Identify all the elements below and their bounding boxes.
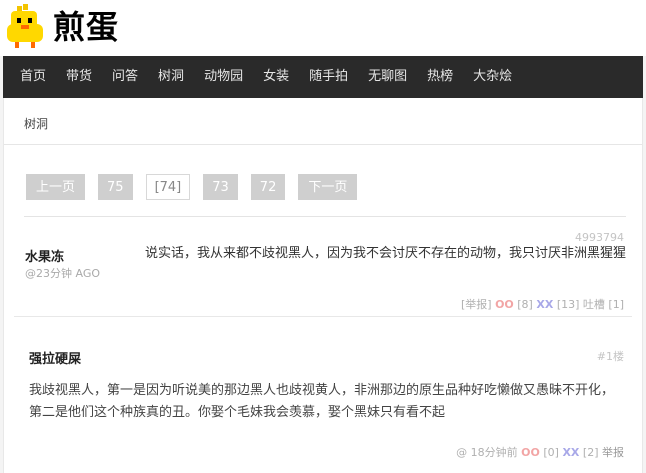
post-id[interactable]: 4993794	[575, 231, 624, 244]
nav-item-snapshots[interactable]: 随手拍	[309, 56, 348, 98]
nav-item-zoo[interactable]: 动物园	[204, 56, 243, 98]
nav-item-misc[interactable]: 大杂烩	[473, 56, 512, 98]
pagination: 上一页 75 [74] 73 72 下一页	[26, 174, 370, 200]
site-header: 煎蛋	[0, 0, 646, 56]
nav-item-hot[interactable]: 热榜	[427, 56, 453, 98]
xx-vote-button[interactable]: XX	[536, 298, 553, 311]
oo-vote-button[interactable]: OO	[495, 298, 514, 311]
post-author: 水果冻	[25, 250, 65, 265]
nav-item-girls[interactable]: 女装	[263, 56, 289, 98]
post-text: 说实话，我从来都不歧视黑人，因为我不会讨厌不存在的动物，我只讨厌非洲黑猩猩	[145, 246, 627, 261]
oo-count: [8]	[517, 298, 533, 311]
divider	[14, 316, 632, 317]
logo-text: 煎蛋	[53, 8, 120, 46]
xx-vote-button[interactable]: XX	[562, 446, 579, 459]
report-button[interactable]: [举报]	[461, 298, 492, 311]
site-logo[interactable]: 煎蛋	[3, 4, 119, 50]
nav-item-treehole[interactable]: 树洞	[158, 56, 184, 98]
page-75-button[interactable]: 75	[98, 174, 133, 200]
page-72-button[interactable]: 72	[250, 174, 286, 200]
prev-page-button[interactable]: 上一页	[26, 174, 86, 200]
nav-item-qa[interactable]: 问答	[112, 56, 138, 98]
comment-author: 强拉硬屎	[29, 352, 82, 367]
divider	[4, 144, 642, 145]
tucao-button[interactable]: 吐槽 [1]	[583, 298, 624, 311]
nav-item-daihuo[interactable]: 带货	[66, 56, 92, 98]
content-panel: 树洞 上一页 75 [74] 73 72 下一页 4993794 水果冻 @23…	[3, 98, 643, 473]
oo-count: [0]	[543, 446, 559, 459]
chick-mascot-icon	[7, 4, 43, 48]
oo-vote-button[interactable]: OO	[521, 446, 540, 459]
report-button[interactable]: 举报	[602, 446, 624, 459]
xx-count: [13]	[556, 298, 580, 311]
comment-actions: @ 18分钟前 OO [0] XX [2] 举报	[456, 444, 624, 460]
divider	[24, 216, 626, 217]
nav-item-home[interactable]: 首页	[20, 56, 46, 98]
comment-text: 我歧视黑人，第一是因为听说美的那边黑人也歧视黄人，非洲那边的原生品种好吃懒做又愚…	[29, 383, 615, 420]
comment-floor[interactable]: #1楼	[597, 348, 624, 364]
xx-count: [2]	[582, 446, 599, 459]
post-actions: [举报] OO [8] XX [13] 吐槽 [1]	[461, 296, 624, 312]
main-nav: 首页 带货 问答 树洞 动物园 女装 随手拍 无聊图 热榜 大杂烩	[3, 56, 643, 98]
post-time: @23分钟 AGO	[25, 267, 101, 280]
current-page: [74]	[145, 174, 191, 200]
next-page-button[interactable]: 下一页	[298, 174, 358, 200]
nav-item-pics[interactable]: 无聊图	[368, 56, 407, 98]
comment-time: @ 18分钟前	[456, 446, 518, 459]
breadcrumb[interactable]: 树洞	[24, 115, 48, 132]
page-73-button[interactable]: 73	[203, 174, 238, 200]
